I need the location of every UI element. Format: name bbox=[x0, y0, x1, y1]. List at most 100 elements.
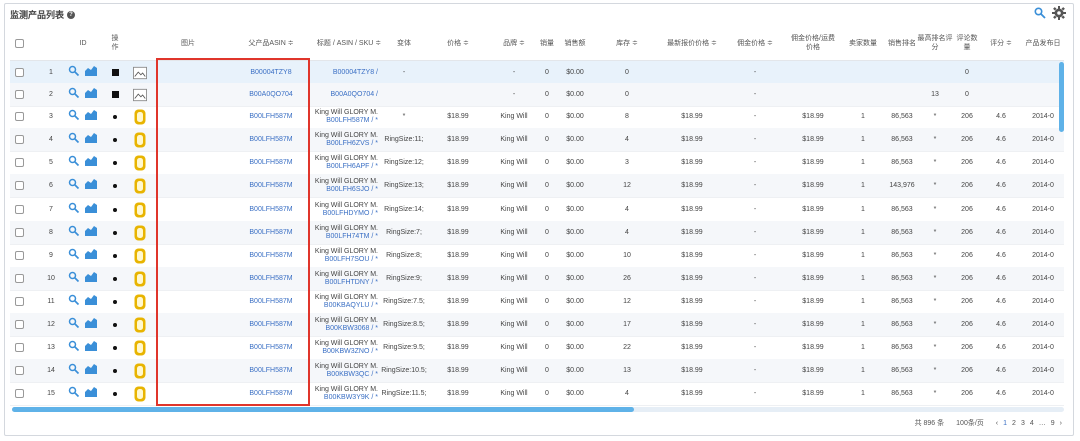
asin-link[interactable]: B00KBW3Y9K / * bbox=[324, 394, 378, 402]
parent-asin-link[interactable]: B00LFH587M bbox=[232, 221, 310, 244]
parent-asin-link[interactable]: B00LFH587M bbox=[232, 290, 310, 313]
trend-chart-icon[interactable] bbox=[84, 65, 98, 80]
column-header-revenue[interactable]: 销售额 bbox=[562, 26, 588, 60]
row-checkbox[interactable] bbox=[14, 90, 24, 99]
page-1[interactable]: 1 bbox=[1003, 420, 1007, 427]
parent-asin-link[interactable]: B00004TZY8 bbox=[232, 61, 310, 84]
search-icon[interactable] bbox=[68, 109, 80, 124]
row-checkbox[interactable] bbox=[14, 320, 24, 329]
product-image[interactable] bbox=[133, 336, 147, 359]
search-icon[interactable] bbox=[68, 87, 80, 102]
asin-link[interactable]: B00KBW3QC / * bbox=[327, 371, 378, 379]
search-icon[interactable] bbox=[68, 340, 80, 355]
column-header-image[interactable]: 图片 bbox=[156, 26, 220, 60]
row-checkbox[interactable] bbox=[14, 112, 24, 121]
search-icon[interactable] bbox=[68, 271, 80, 286]
column-header-price[interactable]: 价格 ≑ bbox=[428, 26, 488, 60]
trend-chart-icon[interactable] bbox=[84, 109, 98, 124]
row-select[interactable] bbox=[14, 174, 24, 197]
row-checkbox[interactable] bbox=[14, 228, 24, 237]
vertical-scroll-thumb[interactable] bbox=[1059, 62, 1064, 132]
asin-link[interactable]: B00LFHTDNY / * bbox=[325, 279, 378, 287]
row-checkbox[interactable] bbox=[14, 343, 24, 352]
column-header-thumbnail-toggle[interactable] bbox=[133, 26, 147, 60]
asin-link[interactable]: B00LFH74TM / * bbox=[326, 233, 378, 241]
row-checkbox[interactable] bbox=[14, 158, 24, 167]
trend-chart-icon[interactable] bbox=[84, 225, 98, 240]
row-select[interactable] bbox=[14, 267, 24, 290]
row-select[interactable] bbox=[14, 244, 24, 267]
header-checkbox[interactable] bbox=[14, 38, 24, 48]
column-header-commission-ship[interactable]: 佣金价格/运费价格 bbox=[788, 26, 838, 60]
search-icon[interactable] bbox=[68, 248, 80, 263]
product-image[interactable] bbox=[133, 244, 147, 267]
horizontal-scrollbar[interactable] bbox=[12, 407, 1064, 412]
page-size-select[interactable]: 100条/页 bbox=[956, 418, 984, 428]
trend-chart-icon[interactable] bbox=[84, 155, 98, 170]
horizontal-scroll-thumb[interactable] bbox=[12, 407, 634, 412]
parent-asin-link[interactable]: B00LFH587M bbox=[232, 313, 310, 336]
column-header-variant[interactable]: 变体 bbox=[382, 26, 426, 60]
row-select[interactable] bbox=[14, 336, 24, 359]
column-header-brand[interactable]: 品牌 ≑ bbox=[496, 26, 532, 60]
gear-icon[interactable] bbox=[1052, 6, 1066, 20]
asin-link[interactable]: B00KBW3ZNO / * bbox=[322, 348, 378, 356]
search-icon[interactable] bbox=[68, 363, 80, 378]
asin-link[interactable]: B00KBW3068 / * bbox=[325, 325, 378, 333]
product-image[interactable] bbox=[133, 382, 147, 405]
parent-asin-link[interactable]: B00LFH587M bbox=[232, 267, 310, 290]
product-image[interactable] bbox=[133, 221, 147, 244]
column-header-commission[interactable]: 佣金价格 ≑ bbox=[722, 26, 788, 60]
search-icon[interactable] bbox=[68, 132, 80, 147]
header-select-all[interactable] bbox=[14, 26, 24, 60]
trend-chart-icon[interactable] bbox=[84, 202, 98, 217]
search-icon[interactable] bbox=[68, 225, 80, 240]
row-select[interactable] bbox=[14, 151, 24, 174]
vertical-scrollbar[interactable] bbox=[1059, 62, 1064, 404]
column-header-buybox-price[interactable]: 最新报价价格 ≑ bbox=[662, 26, 722, 60]
trend-chart-icon[interactable] bbox=[84, 386, 98, 401]
search-icon[interactable] bbox=[1034, 7, 1046, 19]
row-select[interactable] bbox=[14, 105, 24, 128]
row-select[interactable] bbox=[14, 313, 24, 336]
trend-chart-icon[interactable] bbox=[84, 178, 98, 193]
product-image[interactable] bbox=[133, 313, 147, 336]
search-icon[interactable] bbox=[68, 317, 80, 332]
column-header-release-date[interactable]: 产品发布日 bbox=[1022, 26, 1064, 60]
product-image[interactable] bbox=[133, 151, 147, 174]
row-select[interactable] bbox=[14, 198, 24, 221]
parent-asin-link[interactable]: B00LFH587M bbox=[232, 174, 310, 197]
search-icon[interactable] bbox=[68, 65, 80, 80]
asin-link[interactable]: B00LFHDYMO / * bbox=[323, 210, 378, 218]
column-header-sales-rank[interactable]: 销售排名 bbox=[888, 26, 916, 60]
row-checkbox[interactable] bbox=[14, 68, 24, 77]
search-icon[interactable] bbox=[68, 178, 80, 193]
row-checkbox[interactable] bbox=[14, 181, 24, 190]
product-image[interactable] bbox=[133, 359, 147, 382]
trend-chart-icon[interactable] bbox=[84, 363, 98, 378]
trend-chart-icon[interactable] bbox=[84, 317, 98, 332]
asin-link[interactable]: B00LFH6ZVS / * bbox=[326, 140, 378, 148]
row-select[interactable] bbox=[14, 221, 24, 244]
product-image[interactable] bbox=[133, 83, 147, 106]
column-header-parent-asin[interactable]: 父产品ASIN ≑ bbox=[232, 26, 310, 60]
product-image[interactable] bbox=[133, 267, 147, 290]
parent-asin-link[interactable]: B00LFH587M bbox=[232, 198, 310, 221]
column-header-rating[interactable]: 评分 ≑ bbox=[980, 26, 1022, 60]
asin-link[interactable]: B00LFH7SOU / * bbox=[325, 256, 378, 264]
parent-asin-link[interactable]: B00A0QO704 bbox=[232, 83, 310, 106]
help-icon[interactable]: ? bbox=[67, 10, 76, 19]
trend-chart-icon[interactable] bbox=[84, 271, 98, 286]
next-page-button[interactable]: › bbox=[1060, 420, 1062, 427]
trend-chart-icon[interactable] bbox=[84, 340, 98, 355]
column-header-actions[interactable]: 操作 bbox=[110, 26, 120, 60]
row-checkbox[interactable] bbox=[14, 274, 24, 283]
search-icon[interactable] bbox=[68, 294, 80, 309]
row-checkbox[interactable] bbox=[14, 297, 24, 306]
trend-chart-icon[interactable] bbox=[84, 87, 98, 102]
asin-link[interactable]: B00LFH587M / * bbox=[326, 117, 378, 125]
row-select[interactable] bbox=[14, 290, 24, 313]
trend-chart-icon[interactable] bbox=[84, 294, 98, 309]
asin-link[interactable]: B00A0QO704 / bbox=[331, 91, 378, 99]
row-checkbox[interactable] bbox=[14, 205, 24, 214]
